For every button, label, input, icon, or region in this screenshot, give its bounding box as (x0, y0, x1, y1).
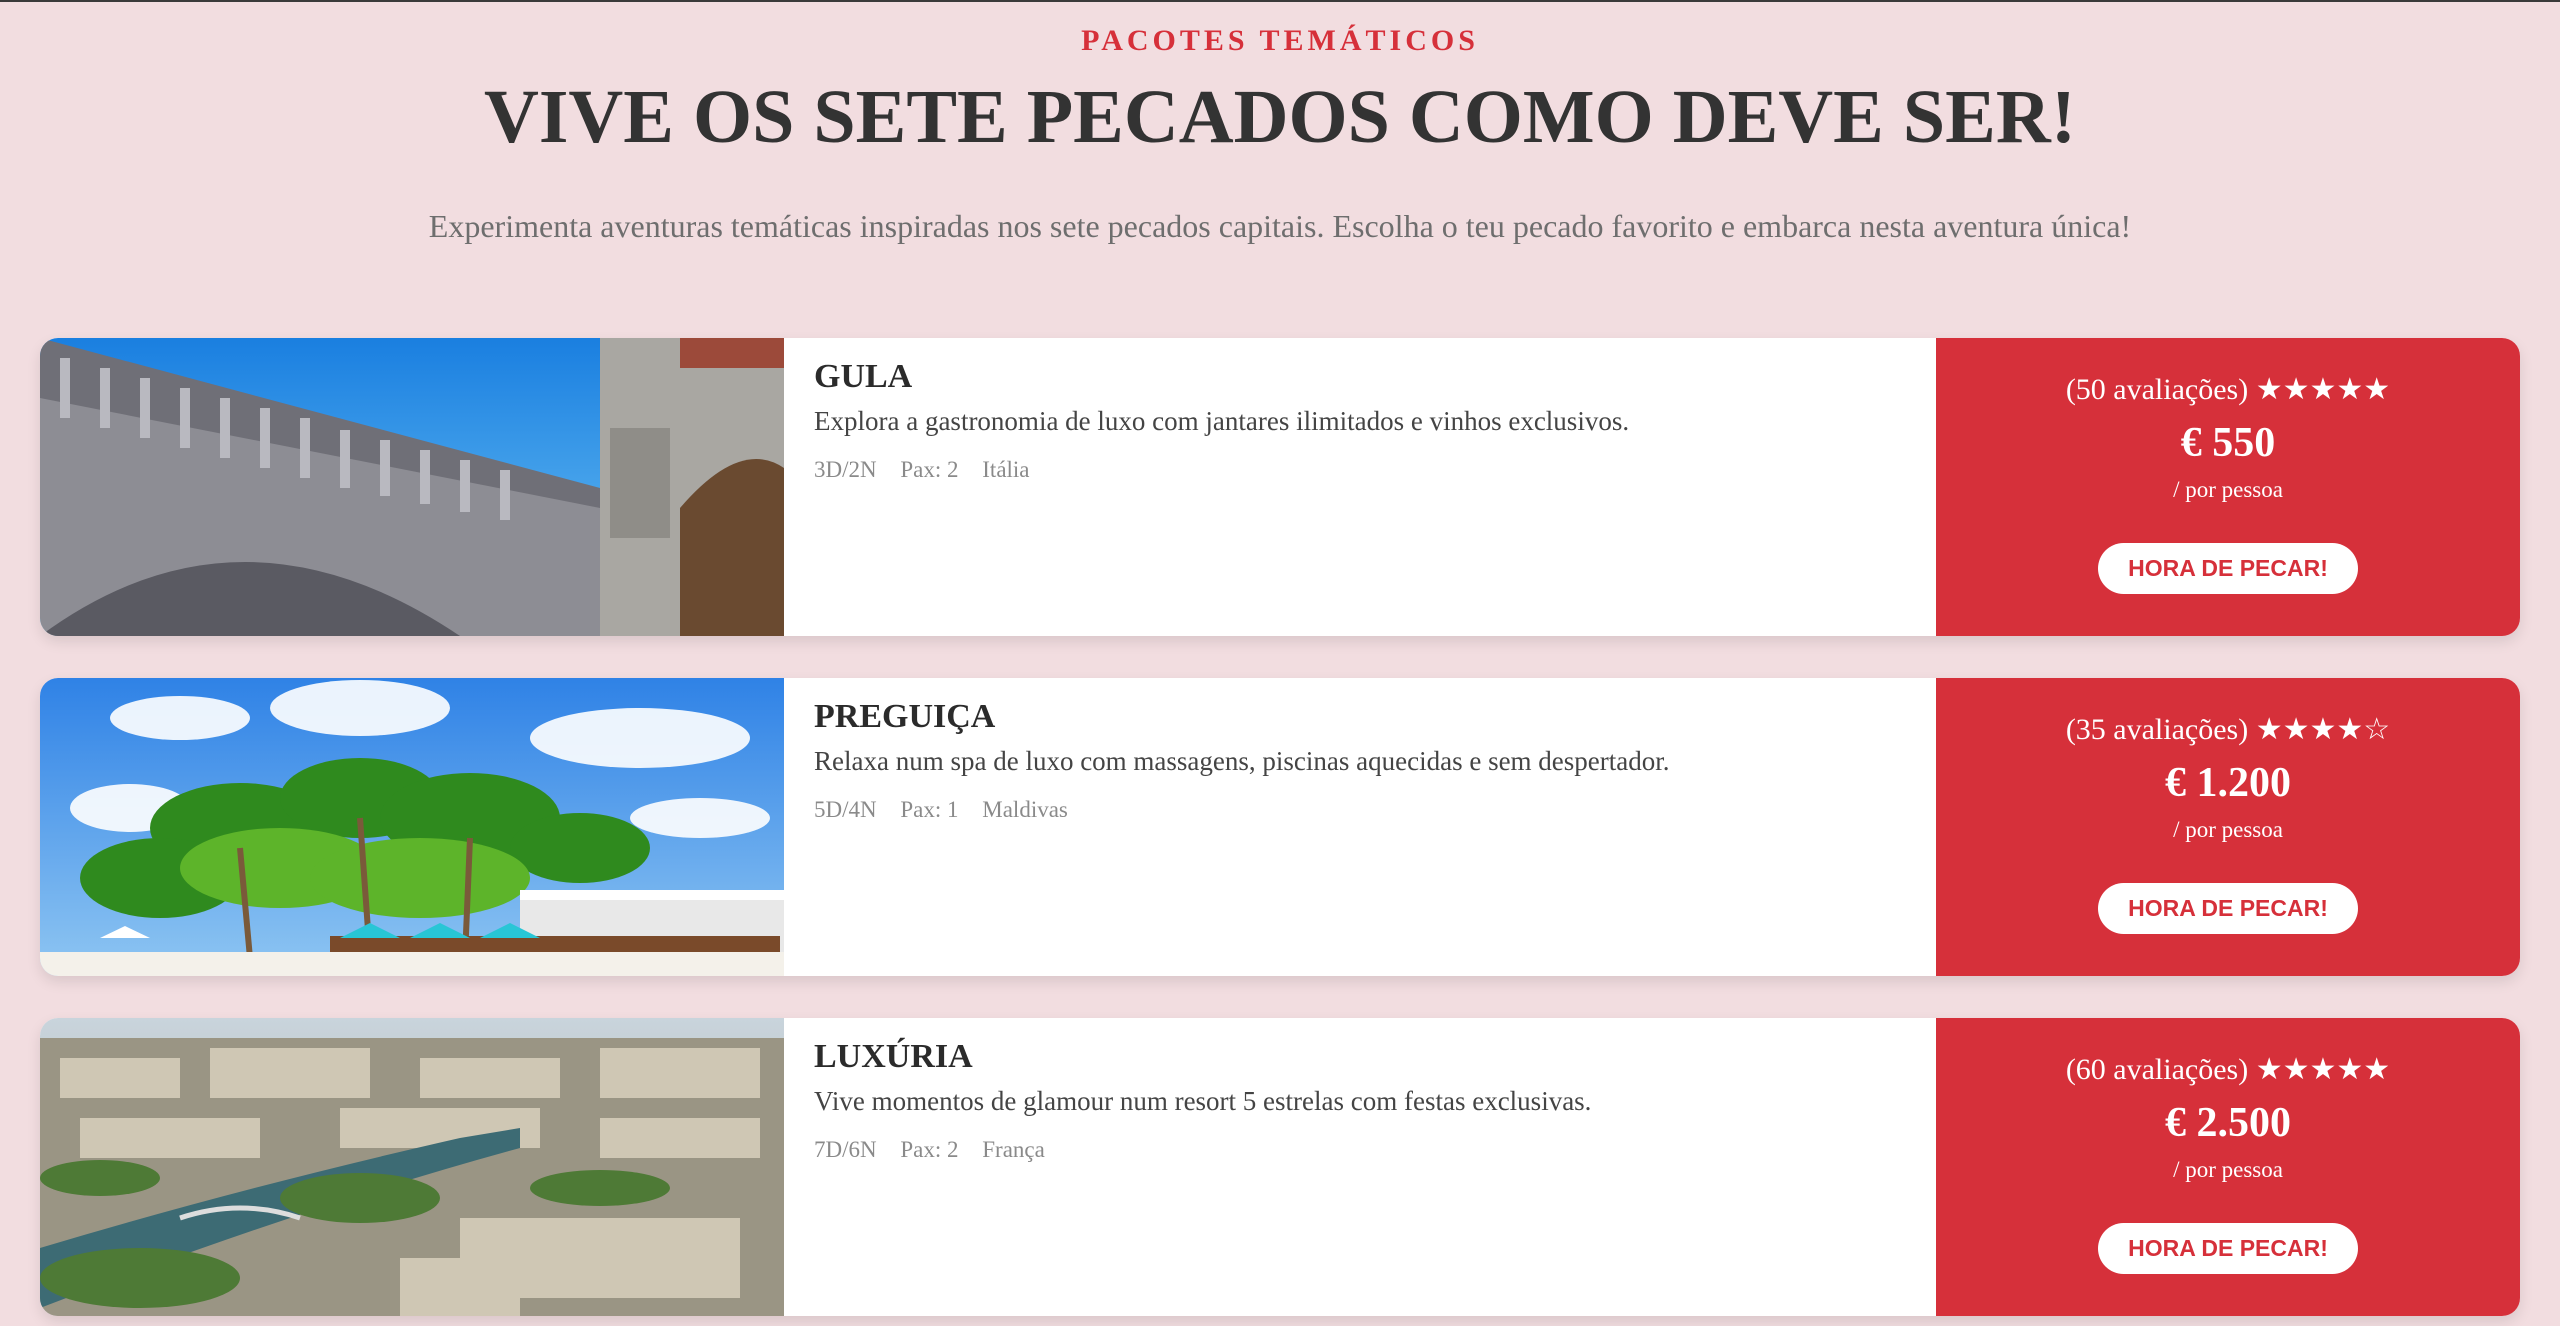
price-unit: / por pessoa (2173, 1157, 2283, 1182)
package-price: € 550 (2180, 420, 2276, 466)
package-rating: (50 avaliações) ★★★★★ (2065, 373, 2391, 406)
package-country: Itália (982, 457, 1030, 482)
package-duration: 3D/2N (814, 457, 877, 482)
package-card-preguica: PREGUIÇA Relaxa num spa de luxo com mass… (40, 678, 2520, 976)
package-description: Relaxa num spa de luxo com massagens, pi… (814, 746, 1670, 776)
package-price-panel: (60 avaliações) ★★★★★ € 2.500 / por pess… (1936, 1018, 2520, 1316)
package-pax: Pax: 2 (900, 457, 959, 482)
package-meta: 7D/6N Pax: 2 França (814, 1137, 1906, 1163)
package-image-venice (40, 338, 784, 636)
book-button[interactable]: HORA DE PECAR! (2098, 543, 2358, 594)
page-title: VIVE OS SETE PECADOS COMO DEVE SER! (483, 75, 2077, 159)
price-unit: / por pessoa (2173, 477, 2283, 502)
package-pax: Pax: 2 (900, 1137, 959, 1162)
package-duration: 5D/4N (814, 797, 877, 822)
package-price: € 1.200 (2165, 760, 2291, 806)
page-subtitle: Experimenta aventuras temáticas inspirad… (428, 208, 2132, 244)
package-price-panel: (50 avaliações) ★★★★★ € 550 / por pessoa… (1936, 338, 2520, 636)
package-pax: Pax: 1 (900, 797, 959, 822)
package-image-maldives (40, 678, 784, 976)
book-button[interactable]: HORA DE PECAR! (2098, 1223, 2358, 1274)
section-eyebrow: PACOTES TEMÁTICOS (1081, 24, 1479, 57)
package-name: LUXÚRIA (814, 1038, 973, 1075)
package-name: GULA (814, 358, 913, 395)
package-price: € 2.500 (2165, 1100, 2291, 1146)
package-price-panel: (35 avaliações) ★★★★☆ € 1.200 / por pess… (1936, 678, 2520, 976)
package-description: Vive momentos de glamour num resort 5 es… (814, 1086, 1592, 1116)
package-country: França (982, 1137, 1045, 1162)
package-image-paris (40, 1018, 784, 1316)
package-name: PREGUIÇA (814, 698, 996, 735)
package-duration: 7D/6N (814, 1137, 877, 1162)
package-details: PREGUIÇA Relaxa num spa de luxo com mass… (784, 678, 1936, 976)
package-card-gula: GULA Explora a gastronomia de luxo com j… (40, 338, 2520, 636)
book-button[interactable]: HORA DE PECAR! (2098, 883, 2358, 934)
package-rating: (60 avaliações) ★★★★★ (2065, 1053, 2391, 1086)
package-rating: (35 avaliações) ★★★★☆ (2065, 713, 2391, 746)
package-meta: 5D/4N Pax: 1 Maldivas (814, 797, 1906, 823)
price-unit: / por pessoa (2173, 817, 2283, 842)
package-country: Maldivas (982, 797, 1068, 822)
package-card-luxuria: LUXÚRIA Vive momentos de glamour num res… (40, 1018, 2520, 1316)
package-details: LUXÚRIA Vive momentos de glamour num res… (784, 1018, 1936, 1316)
package-description: Explora a gastronomia de luxo com jantar… (814, 406, 1630, 436)
package-details: GULA Explora a gastronomia de luxo com j… (784, 338, 1936, 636)
package-meta: 3D/2N Pax: 2 Itália (814, 457, 1906, 483)
